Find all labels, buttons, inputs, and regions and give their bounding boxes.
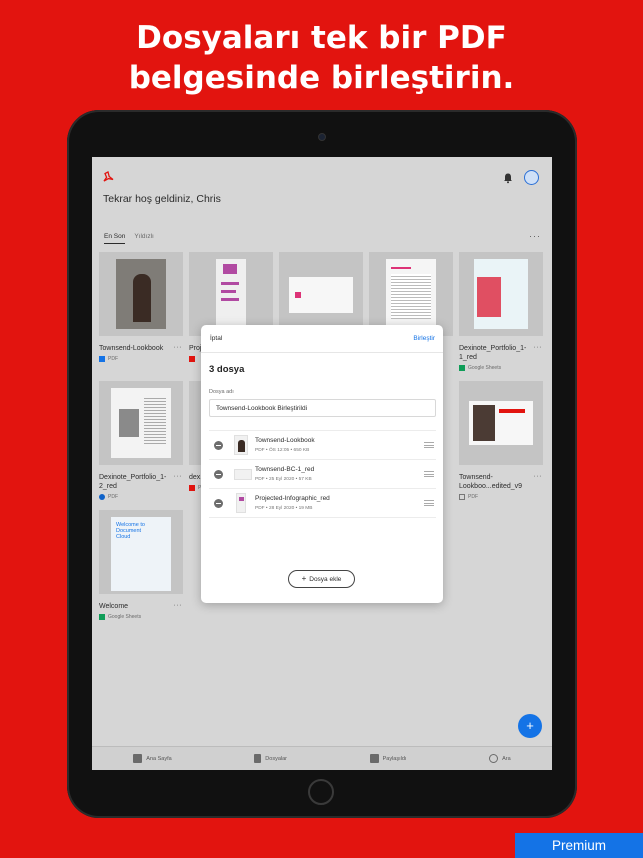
file-name: Dexinote_Portfolio_1-2_red [99, 474, 167, 490]
nav-shared[interactable]: Paylaşıldı [369, 754, 406, 763]
merge-file-name: Townsend-BC-1_red [255, 466, 315, 473]
file-thumbnail [459, 252, 543, 336]
file-thumbnail [99, 252, 183, 336]
remove-icon[interactable] [214, 470, 223, 479]
card-more-icon[interactable]: ··· [174, 473, 183, 480]
file-card[interactable] [279, 252, 363, 336]
merge-file-name: Projected-Infographic_red [255, 495, 330, 502]
nav-home[interactable]: Ana Sayfa [133, 754, 172, 763]
remove-icon[interactable] [214, 441, 223, 450]
merge-file-meta: PDF • ÖS 12:05 • 650 KB [255, 448, 310, 453]
card-more-icon[interactable]: ··· [534, 344, 543, 351]
file-thumbnail [459, 381, 543, 465]
bottom-navigation: Ana Sayfa Dosyalar Paylaşıldı Ara [92, 746, 552, 770]
file-thumbnail [189, 252, 273, 336]
drag-handle-icon[interactable] [424, 500, 434, 506]
merge-dialog: İptal Birleştir 3 dosya Dosya adı Townse… [201, 325, 443, 603]
file-thumbnail [279, 252, 363, 336]
file-card[interactable]: Dexinote_Portfolio_1-2_red PDF ··· [99, 381, 183, 500]
ipad-frame: Tekrar hoş geldiniz, Chris En Son Yıldız… [67, 110, 577, 818]
welcome-document-text: Welcome to Document Cloud [116, 522, 145, 540]
profile-avatar-icon[interactable] [524, 170, 539, 185]
bell-icon[interactable] [502, 172, 514, 184]
file-name-label: Dosya adı [209, 389, 234, 395]
file-card[interactable]: Dexinote_Portfolio_1-1_red Google Sheets… [459, 252, 543, 371]
headline-line-2: belgesinde birleştirin. [128, 60, 515, 96]
file-meta: Google Sheets [459, 365, 543, 371]
tab-bar: En Son Yıldızlı [104, 233, 154, 244]
acrobat-logo-icon[interactable] [102, 171, 114, 183]
tab-recent[interactable]: En Son [104, 233, 126, 244]
remove-icon[interactable] [214, 499, 223, 508]
premium-badge[interactable]: Premium [515, 833, 643, 858]
search-icon [489, 754, 499, 763]
file-meta: PDF [99, 356, 183, 362]
file-count: 3 dosya [209, 364, 245, 375]
more-options-icon[interactable]: ··· [529, 231, 541, 241]
file-card[interactable] [369, 252, 453, 336]
file-card[interactable]: Welcome to Document Cloud Welcome Google… [99, 510, 183, 620]
file-meta: PDF [99, 494, 183, 500]
file-name: Dexinote_Portfolio_1-1_red [459, 345, 527, 361]
file-meta: Google Sheets [99, 614, 183, 620]
home-button[interactable] [308, 779, 334, 805]
file-thumbnail [234, 469, 252, 480]
drag-handle-icon[interactable] [424, 442, 434, 448]
file-name: Welcome [99, 603, 129, 610]
add-file-button[interactable]: + Dosya ekle [288, 570, 355, 588]
pdf-icon [189, 356, 195, 362]
file-meta: PDF [459, 494, 543, 500]
file-name: Townsend-Lookboo...edited_v9 [459, 474, 523, 490]
add-fab-button[interactable]: + [518, 714, 542, 738]
app-header: Tekrar hoş geldiniz, Chris [92, 157, 552, 227]
divider [209, 517, 436, 518]
merge-button[interactable]: Birleştir [413, 335, 435, 342]
file-thumbnail [99, 381, 183, 465]
file-thumbnail [234, 435, 248, 455]
drag-handle-icon[interactable] [424, 471, 434, 477]
file-icon [254, 754, 262, 763]
headline-line-1: Dosyaları tek bir PDF [136, 20, 507, 56]
nav-files[interactable]: Dosyalar [254, 754, 287, 763]
tab-starred[interactable]: Yıldızlı [134, 233, 154, 244]
merge-file-row[interactable]: Projected-Infographic_red PDF • 28 Eyl 2… [209, 488, 436, 517]
merge-file-meta: PDF • 25 Eyl 2020 • 57 KB [255, 477, 312, 482]
camera-icon [318, 133, 326, 141]
card-more-icon[interactable]: ··· [534, 473, 543, 480]
merge-file-meta: PDF • 28 Eyl 2020 • 19 MB [255, 506, 313, 511]
google-sheets-icon [459, 365, 465, 371]
file-thumbnail [236, 493, 246, 513]
home-icon [133, 754, 143, 763]
headline: Dosyaları tek bir PDF belgesinde birleşt… [0, 18, 643, 98]
card-more-icon[interactable]: ··· [174, 344, 183, 351]
app-screen: Tekrar hoş geldiniz, Chris En Son Yıldız… [92, 157, 552, 770]
file-card[interactable]: Townsend-Lookbook PDF ··· [99, 252, 183, 362]
plus-icon: + [301, 574, 307, 583]
file-thumbnail [369, 252, 453, 336]
welcome-title: Tekrar hoş geldiniz, Chris [103, 193, 221, 205]
google-sheets-icon [99, 614, 105, 620]
merge-file-row[interactable]: Townsend-BC-1_red PDF • 25 Eyl 2020 • 57… [209, 459, 436, 488]
cancel-button[interactable]: İptal [210, 335, 222, 342]
file-name: Townsend-Lookbook [99, 345, 164, 352]
people-icon [369, 754, 379, 763]
merge-file-row[interactable]: Townsend-Lookbook PDF • ÖS 12:05 • 650 K… [209, 430, 436, 459]
file-name-input[interactable]: Townsend-Lookbook Birleştirildi [209, 399, 436, 417]
divider [201, 352, 443, 353]
file-icon [459, 494, 465, 500]
onedrive-icon [99, 494, 105, 500]
nav-search[interactable]: Ara [489, 754, 511, 763]
dropbox-icon [99, 356, 105, 362]
card-more-icon[interactable]: ··· [174, 602, 183, 609]
file-card[interactable]: Townsend-Lookboo...edited_v9 PDF ··· [459, 381, 543, 500]
pdf-icon [189, 485, 195, 491]
file-thumbnail: Welcome to Document Cloud [99, 510, 183, 594]
merge-file-name: Townsend-Lookbook [255, 437, 315, 444]
